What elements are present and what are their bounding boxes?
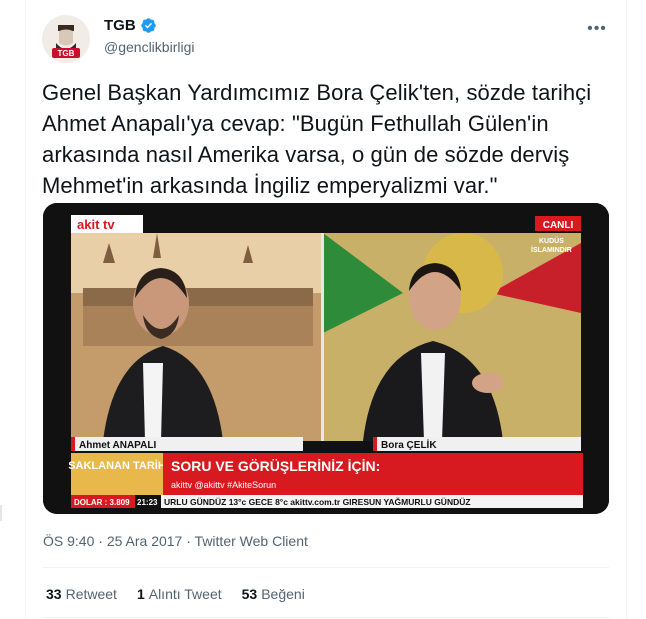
live-badge: CANLI xyxy=(543,220,574,231)
verified-badge-icon xyxy=(140,18,156,33)
retweet-count[interactable]: 33 Retweet xyxy=(46,586,117,602)
more-dots-icon[interactable]: ••• xyxy=(582,14,612,44)
dollar-rate: DOLAR : 3.809 xyxy=(74,498,130,507)
avatar[interactable]: TGB xyxy=(42,15,90,63)
banner-title: SORU VE GÖRÜŞLERİNİZ İÇİN: xyxy=(171,458,380,474)
tweet-date[interactable]: 25 Ara 2017 xyxy=(107,533,183,549)
tweet-card: TGB TGB @genclikbirligi ••• Genel Başkan… xyxy=(25,0,627,619)
svg-text:KUDÜS: KUDÜS xyxy=(539,236,564,245)
left-edge-marker xyxy=(0,505,2,521)
banner-social: akittv @akittv #AkiteSorun xyxy=(171,480,276,490)
author-handle[interactable]: @genclikbirligi xyxy=(104,39,194,55)
right-name-plate: Bora ÇELİK xyxy=(381,438,437,451)
like-count[interactable]: 53 Beğeni xyxy=(242,586,305,602)
tweet-meta: ÖS 9:40 · 25 Ara 2017 · Twitter Web Clie… xyxy=(43,533,308,549)
tweet-time[interactable]: ÖS 9:40 xyxy=(43,533,94,549)
tweet-client[interactable]: Twitter Web Client xyxy=(195,533,308,549)
left-name-plate: Ahmet ANAPALI xyxy=(79,440,156,451)
ticker-text: URLU GÜNDÜZ 13°c GECE 8°c akittv.com.tr … xyxy=(164,496,471,507)
avatar-image: TGB xyxy=(42,15,90,63)
divider xyxy=(43,567,609,568)
svg-text:İSLAMINDIR: İSLAMINDIR xyxy=(531,246,572,254)
author-name-row[interactable]: TGB xyxy=(104,17,157,34)
channel-logo: akit tv xyxy=(77,217,115,232)
quote-count[interactable]: 1 Alıntı Tweet xyxy=(137,586,222,602)
divider-bottom xyxy=(43,617,609,618)
clock: 21:23 xyxy=(137,498,158,507)
tweet-stats: 33 Retweet 1 Alıntı Tweet 53 Beğeni xyxy=(46,586,305,602)
tweet-text: Genel Başkan Yardımcımız Bora Çelik'ten,… xyxy=(42,80,592,198)
video-frame: akit tv CANLI KUDÜS İSLAMINDIR Ahmet ANA… xyxy=(43,203,609,514)
tweet-media[interactable]: akit tv CANLI KUDÜS İSLAMINDIR Ahmet ANA… xyxy=(43,203,609,514)
author-name[interactable]: TGB xyxy=(104,17,136,34)
svg-text:TGB: TGB xyxy=(58,49,75,58)
program-title: SAKLANAN TARİH xyxy=(68,459,166,472)
